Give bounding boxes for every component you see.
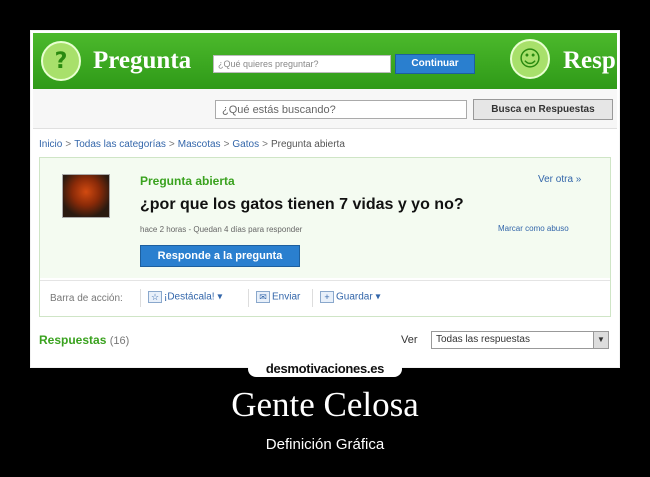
divider [140, 289, 141, 307]
answers-heading: Respuestas (16) [39, 333, 129, 347]
action-bar: Barra de acción: ☆ ¡Destácala! ▾ ✉ Enviar … [40, 280, 610, 308]
chevron-down-icon[interactable]: ▼ [593, 332, 608, 348]
screenshot: ? Pregunta ¿Qué quieres preguntar? Conti… [33, 33, 617, 365]
poster-title: Gente Celosa [231, 385, 419, 424]
question-title: ¿por que los gatos tienen 7 vidas y yo n… [140, 196, 464, 213]
question-header: Pregunta abierta Ver otra » ¿por que los… [40, 158, 610, 278]
divider [312, 289, 313, 307]
breadcrumb-item-inicio[interactable]: Inicio [39, 139, 62, 150]
question-box: Pregunta abierta Ver otra » ¿por que los… [39, 157, 611, 317]
ask-input[interactable]: ¿Qué quieres preguntar? [213, 55, 391, 73]
header-banner: ? Pregunta ¿Qué quieres preguntar? Conti… [33, 33, 617, 89]
breadcrumb-item-gatos[interactable]: Gatos [232, 139, 259, 150]
question-status: Pregunta abierta [140, 174, 235, 188]
continue-button[interactable]: Continuar [395, 54, 475, 74]
search-button[interactable]: Busca en Respuestas [473, 99, 613, 120]
answers-filter-value: Todas las respuestas [436, 334, 530, 345]
poster-subtitle: Definición Gráfica [265, 436, 385, 453]
answer-question-button[interactable]: Responde a la pregunta [140, 245, 300, 267]
envelope-icon: ✉ [256, 291, 270, 303]
email-label: Enviar [272, 291, 301, 303]
breadcrumb-item-categorias[interactable]: Todas las categorías [74, 139, 166, 150]
answer-smiley-icon: ☺ [510, 39, 550, 79]
breadcrumb-separator: > [223, 139, 230, 150]
poster-frame: ? Pregunta ¿Qué quieres preguntar? Conti… [30, 30, 620, 368]
star-button[interactable]: ☆ ¡Destácala! ▾ [148, 291, 222, 303]
search-bar: ¿Qué estás buscando? Busca en Respuestas [33, 89, 617, 129]
star-icon: ☆ [148, 291, 162, 303]
watermark: desmotivaciones.es [248, 361, 402, 377]
breadcrumb-current: Pregunta abierta [270, 139, 345, 150]
report-abuse-link[interactable]: Marcar como abuso [498, 224, 569, 233]
breadcrumb-item-mascotas[interactable]: Mascotas [178, 139, 221, 150]
save-label: Guardar [336, 291, 373, 303]
answers-filter-select[interactable]: Todas las respuestas ▼ [431, 331, 609, 349]
brand-respuestas: Resp [563, 47, 616, 74]
answers-label: Respuestas [39, 333, 107, 347]
view-label: Ver [401, 334, 418, 346]
star-label: ¡Destácala! [164, 291, 215, 303]
question-meta: hace 2 horas - Quedan 4 días para respon… [140, 225, 303, 234]
brand-pregunta: Pregunta [93, 47, 192, 74]
divider [248, 289, 249, 307]
avatar[interactable] [62, 174, 110, 218]
email-button[interactable]: ✉ Enviar [256, 291, 300, 303]
question-smiley-icon: ? [41, 41, 81, 81]
breadcrumb-separator: > [168, 139, 175, 150]
breadcrumb-separator: > [262, 139, 268, 150]
breadcrumb-separator: > [65, 139, 72, 150]
see-other-link[interactable]: Ver otra » [538, 174, 581, 185]
breadcrumb: Inicio > Todas las categorías > Mascotas > Gat… [39, 139, 345, 150]
answers-count: (16) [109, 335, 130, 347]
search-input[interactable]: ¿Qué estás buscando? [215, 100, 467, 119]
save-button[interactable]: + Guardar ▾ [320, 291, 381, 303]
action-bar-label: Barra de acción: [50, 293, 123, 304]
plus-icon: + [320, 291, 334, 303]
